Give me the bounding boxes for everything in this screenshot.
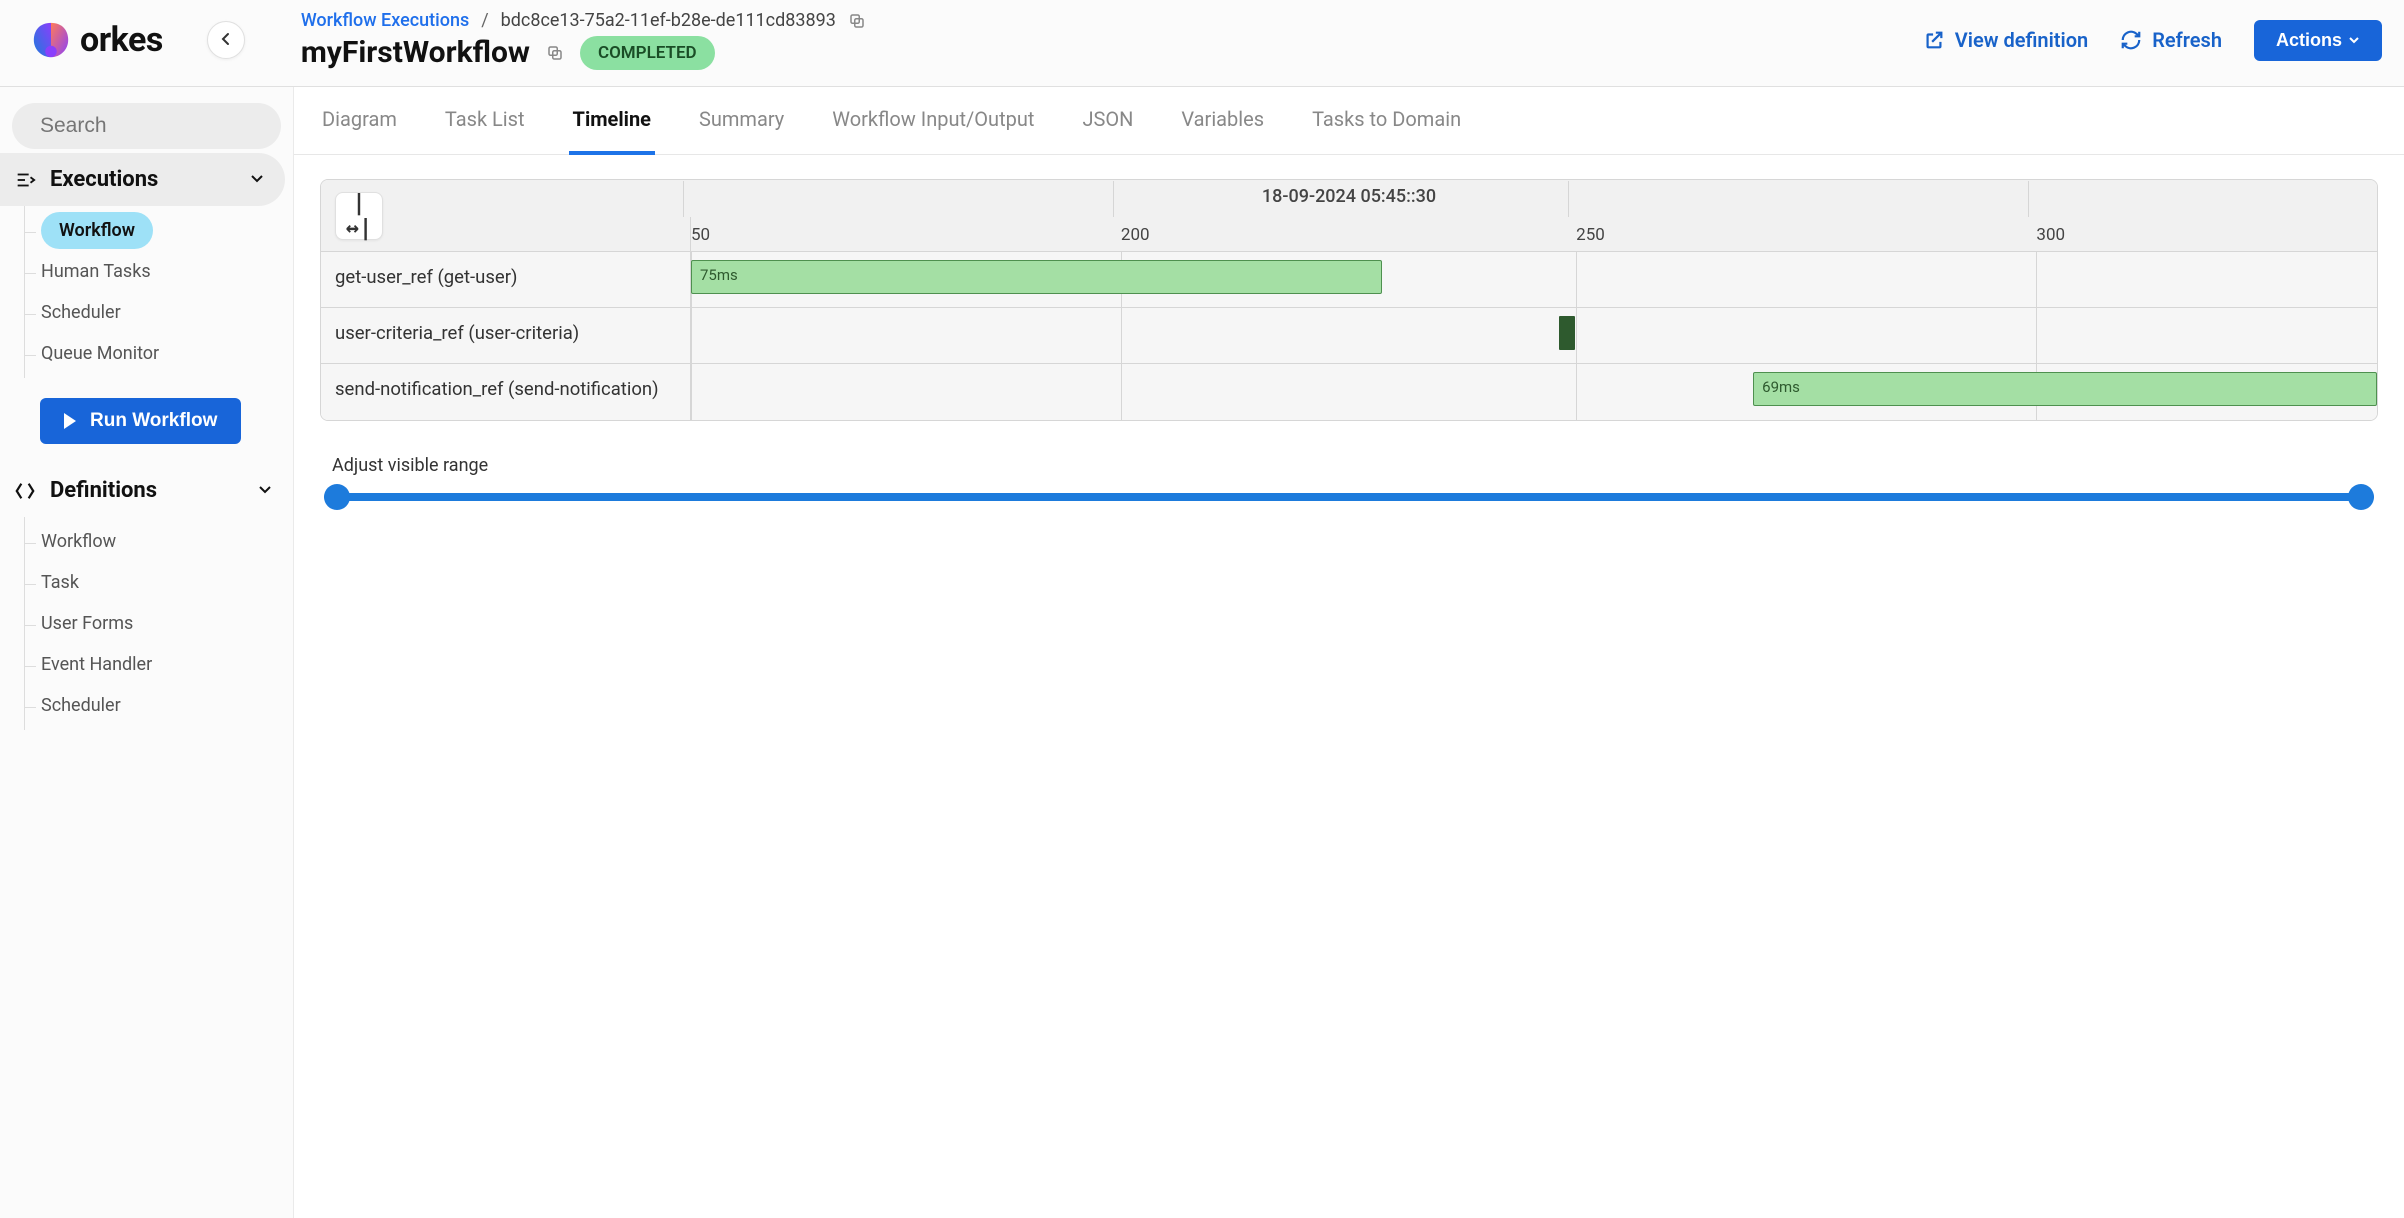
brand-name: orkes xyxy=(80,20,163,60)
sidebar-item-label: Scheduler xyxy=(41,302,121,323)
timeline-row-label: send-notification_ref (send-notification… xyxy=(321,364,691,420)
breadcrumb-id: bdc8ce13-75a2-11ef-b28e-de111cd83893 xyxy=(501,10,836,31)
run-workflow-button[interactable]: Run Workflow xyxy=(40,398,241,444)
back-button[interactable] xyxy=(207,21,245,59)
sidebar-item-label: Task xyxy=(41,572,79,593)
breadcrumb-link[interactable]: Workflow Executions xyxy=(301,10,469,31)
tab-workflow-input-output[interactable]: Workflow Input/Output xyxy=(828,87,1038,154)
section-label: Executions xyxy=(50,167,158,192)
timeline-tick: 250 xyxy=(1576,225,1605,245)
refresh-link[interactable]: Refresh xyxy=(2120,28,2222,52)
copy-title-icon[interactable] xyxy=(546,44,564,62)
sidebar-item-task[interactable]: Task xyxy=(25,562,293,603)
timeline-tick: 50 xyxy=(691,225,710,245)
logo: orkes xyxy=(12,19,163,61)
sidebar-item-queue-monitor[interactable]: Queue Monitor xyxy=(25,333,293,374)
tab-variables[interactable]: Variables xyxy=(1177,87,1268,154)
breadcrumb-sep: / xyxy=(481,10,488,31)
orkes-logo-icon xyxy=(30,19,72,61)
play-icon xyxy=(64,413,76,429)
search-field[interactable] xyxy=(38,113,313,139)
view-definition-link[interactable]: View definition xyxy=(1923,28,2088,52)
workflow-title: myFirstWorkflow xyxy=(301,35,530,70)
tabs: Diagram Task List Timeline Summary Workflow … xyxy=(294,87,2404,155)
executions-icon xyxy=(14,169,36,191)
timeline-tick: 200 xyxy=(1121,225,1150,245)
sidebar-item-human-tasks[interactable]: Human Tasks xyxy=(25,251,293,292)
tab-tasks-to-domain[interactable]: Tasks to Domain xyxy=(1308,87,1465,154)
sidebar-item-workflow[interactable]: Workflow xyxy=(25,521,293,562)
search-input[interactable]: ⌘ K xyxy=(12,103,281,149)
timeline-row: user-criteria_ref (user-criteria) xyxy=(321,308,2377,364)
section-label: Definitions xyxy=(50,478,157,503)
main-content: Diagram Task List Timeline Summary Workflow … xyxy=(294,87,2404,1218)
view-definition-label: View definition xyxy=(1955,28,2088,52)
refresh-label: Refresh xyxy=(2152,28,2222,52)
sidebar-item-label: Workflow xyxy=(41,531,116,552)
timeline-row-label: user-criteria_ref (user-criteria) xyxy=(321,308,691,363)
breadcrumb: Workflow Executions / bdc8ce13-75a2-11ef… xyxy=(301,10,866,31)
chevron-down-icon xyxy=(249,167,265,192)
tab-diagram[interactable]: Diagram xyxy=(318,87,401,154)
actions-label: Actions xyxy=(2276,30,2342,51)
chevron-left-icon xyxy=(218,31,234,50)
timeline-tick: 300 xyxy=(2036,225,2065,245)
copy-icon[interactable] xyxy=(848,12,866,30)
sidebar-item-scheduler[interactable]: Scheduler xyxy=(25,685,293,726)
sidebar-item-label: Event Handler xyxy=(41,654,152,675)
tab-task-list[interactable]: Task List xyxy=(441,87,529,154)
sidebar-item-event-handler[interactable]: Event Handler xyxy=(25,644,293,685)
status-badge: COMPLETED xyxy=(580,36,715,70)
tab-timeline[interactable]: Timeline xyxy=(569,87,655,155)
chevron-down-icon xyxy=(257,478,273,503)
timeline-bar[interactable] xyxy=(1559,316,1575,350)
sidebar-section-executions[interactable]: Executions xyxy=(0,153,285,206)
timeline-bar[interactable]: 69ms xyxy=(1753,372,2377,406)
tab-summary[interactable]: Summary xyxy=(695,87,788,154)
sidebar-item-user-forms[interactable]: User Forms xyxy=(25,603,293,644)
run-workflow-label: Run Workflow xyxy=(90,410,217,432)
range-label: Adjust visible range xyxy=(332,455,2374,476)
sidebar-section-definitions[interactable]: Definitions xyxy=(0,464,293,517)
sidebar-item-label: Workflow xyxy=(41,212,153,249)
refresh-icon xyxy=(2120,29,2142,51)
external-link-icon xyxy=(1923,29,1945,51)
range-slider[interactable] xyxy=(324,484,2374,510)
timeline-gantt: |↔| 18-09-2024 05:45::30 50200250300 get… xyxy=(320,179,2378,421)
definitions-icon xyxy=(14,480,36,502)
tab-json[interactable]: JSON xyxy=(1078,87,1137,154)
sidebar-item-scheduler[interactable]: Scheduler xyxy=(25,292,293,333)
sidebar-item-label: User Forms xyxy=(41,613,133,634)
sidebar-item-label: Human Tasks xyxy=(41,261,151,282)
actions-button[interactable]: Actions xyxy=(2254,20,2382,61)
sidebar-item-label: Scheduler xyxy=(41,695,121,716)
sidebar-item-workflow[interactable]: Workflow xyxy=(25,210,293,251)
topbar: orkes Workflow Executions / bdc8ce13-75a… xyxy=(0,0,2404,87)
timeline-row: send-notification_ref (send-notification… xyxy=(321,364,2377,420)
timeline-row-label: get-user_ref (get-user) xyxy=(321,252,691,307)
sidebar: ⌘ K Executions Workflow Human Tasks Schedul… xyxy=(0,87,294,1218)
timeline-timestamp: 18-09-2024 05:45::30 xyxy=(321,180,2377,207)
timeline-row: get-user_ref (get-user)75ms xyxy=(321,252,2377,308)
timeline-bar[interactable]: 75ms xyxy=(691,260,1382,294)
sidebar-item-label: Queue Monitor xyxy=(41,343,159,364)
chevron-down-icon xyxy=(2348,30,2360,51)
